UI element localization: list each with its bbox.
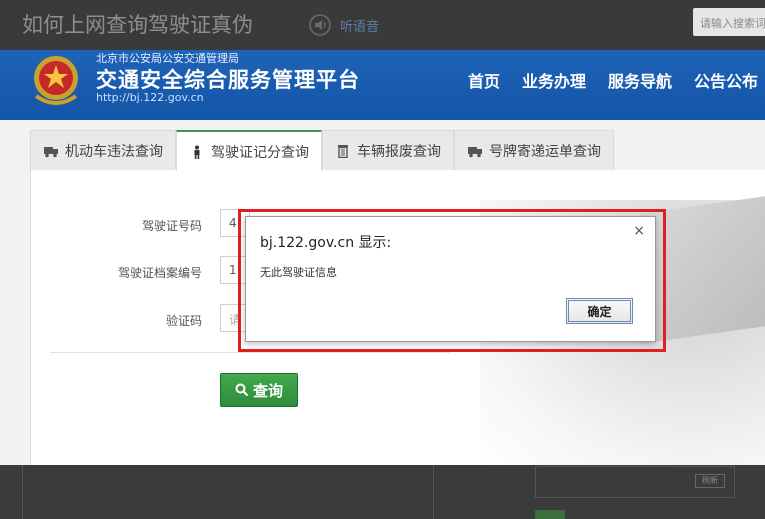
query-button[interactable]: 查询 bbox=[220, 373, 298, 407]
article-title: 如何上网查询驾驶证真伪 bbox=[22, 13, 253, 37]
dialog-message: 无此驾驶证信息 bbox=[260, 266, 337, 279]
file-number-label: 驾驶证档案编号 bbox=[117, 266, 202, 280]
nav-service-guide[interactable]: 服务导航 bbox=[608, 68, 672, 92]
police-emblem-icon bbox=[34, 56, 78, 105]
speaker-icon bbox=[309, 14, 331, 36]
ok-button[interactable]: 确定 bbox=[566, 298, 633, 324]
tab-label: 车辆报废查询 bbox=[357, 143, 441, 160]
bottom-small-button: 刷新 bbox=[695, 474, 725, 488]
alert-dialog: bj.122.gov.cn 显示: × 无此驾驶证信息 确定 bbox=[245, 216, 656, 342]
main-nav: 首页 业务办理 服务导航 公告公布 bbox=[468, 68, 758, 92]
query-tabs: 机动车违法查询 驾驶证记分查询 车辆报废查询 号牌寄递运单查询 bbox=[30, 130, 614, 171]
bottom-green-button bbox=[535, 510, 565, 519]
tab-plate-delivery[interactable]: 号牌寄递运单查询 bbox=[454, 130, 614, 170]
tab-label: 驾驶证记分查询 bbox=[211, 144, 309, 161]
article-title-bar: 如何上网查询驾驶证真伪 听语音 请输入搜索词 bbox=[0, 0, 765, 50]
close-icon[interactable]: × bbox=[633, 223, 645, 239]
nav-business[interactable]: 业务办理 bbox=[522, 68, 586, 92]
platform-name: 交通安全综合服务管理平台 bbox=[96, 68, 360, 92]
search-icon bbox=[235, 383, 249, 397]
nav-home[interactable]: 首页 bbox=[468, 68, 500, 92]
tab-label: 机动车违法查询 bbox=[65, 143, 163, 160]
license-number-label: 驾驶证号码 bbox=[141, 219, 202, 233]
divider bbox=[22, 465, 23, 519]
divider bbox=[433, 465, 434, 519]
trash-icon bbox=[338, 144, 348, 158]
dialog-title: bj.122.gov.cn 显示: bbox=[260, 235, 392, 251]
tab-vehicle-scrap[interactable]: 车辆报废查询 bbox=[322, 130, 454, 170]
listen-button[interactable]: 听语音 bbox=[308, 13, 379, 37]
person-icon bbox=[194, 145, 200, 159]
search-input[interactable]: 请输入搜索词 bbox=[693, 8, 765, 36]
truck-icon bbox=[44, 146, 58, 157]
tab-label: 号牌寄递运单查询 bbox=[489, 143, 601, 160]
tab-vehicle-violation[interactable]: 机动车违法查询 bbox=[30, 130, 176, 170]
query-button-label: 查询 bbox=[252, 381, 283, 400]
truck-icon bbox=[468, 146, 482, 157]
nav-announcements[interactable]: 公告公布 bbox=[694, 68, 758, 92]
captcha-label: 验证码 bbox=[165, 314, 202, 328]
form-divider bbox=[50, 352, 450, 353]
site-url: http://bj.122.gov.cn bbox=[96, 91, 204, 104]
site-header: 北京市公安局公安交通管理局 交通安全综合服务管理平台 http://bj.122… bbox=[0, 50, 765, 120]
listen-label: 听语音 bbox=[340, 19, 380, 35]
tab-license-points[interactable]: 驾驶证记分查询 bbox=[176, 130, 322, 171]
